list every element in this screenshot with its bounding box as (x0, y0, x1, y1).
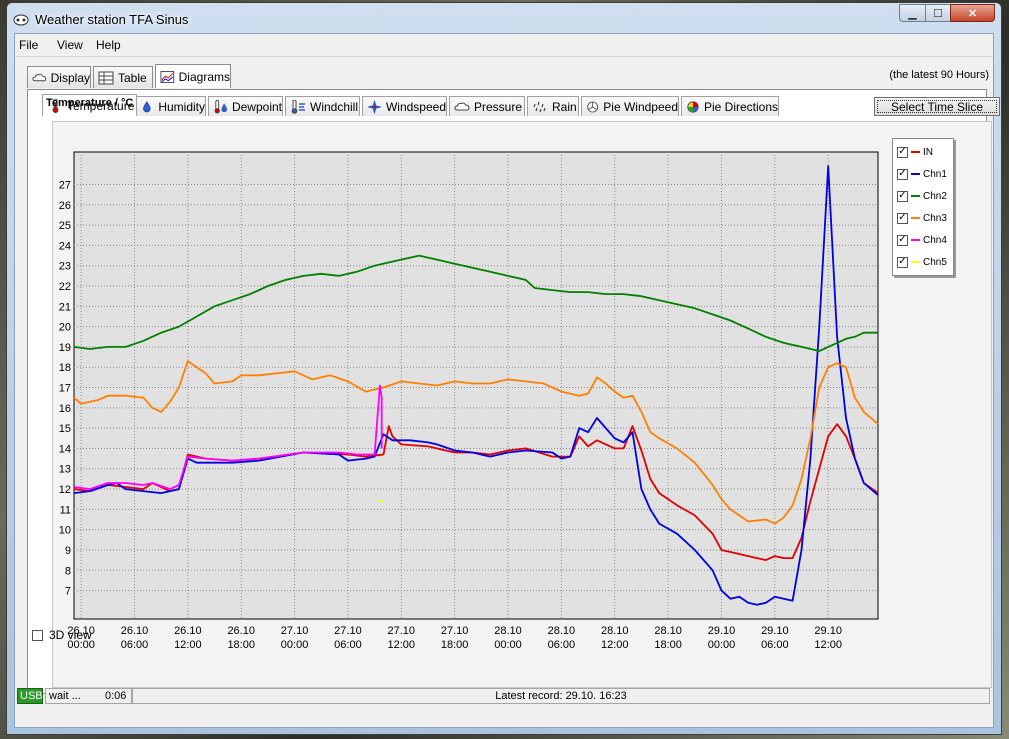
app-window: Weather station TFA Sinus ▁ ☐ ✕ File Vie… (6, 2, 1002, 735)
menu-help[interactable]: Help (96, 38, 121, 52)
legend-swatch (911, 261, 920, 263)
tab-display[interactable]: Display (27, 66, 91, 88)
menu-file[interactable]: File (19, 38, 38, 52)
cloud-icon (32, 73, 47, 81)
legend-label: Chn3 (923, 212, 947, 224)
windspeed-icon (367, 99, 382, 114)
subtab-rain-label: Rain (552, 99, 577, 114)
pie-directions-icon (687, 100, 699, 113)
legend-checkbox[interactable]: ✓ (897, 190, 908, 202)
legend-item-chn5[interactable]: ✓ Chn5 (897, 254, 947, 270)
subtab-pie-directions-label: Pie Directions (703, 99, 778, 114)
tab-diagrams-label: Diagrams (178, 69, 230, 84)
legend-swatch (911, 173, 920, 175)
3d-view-checkbox[interactable] (32, 629, 43, 641)
subtab-dewpoint[interactable]: Dewpoint (208, 96, 283, 116)
legend-item-chn2[interactable]: ✓ Chn2 (897, 188, 947, 204)
subtab-rain[interactable]: Rain (527, 96, 579, 116)
legend-item-chn4[interactable]: ✓ Chn4 (897, 232, 947, 248)
usb-indicator: USB (17, 688, 43, 704)
dewpoint-icon (214, 99, 228, 113)
tab-diagrams[interactable]: Diagrams (155, 64, 231, 88)
legend-checkbox[interactable]: ✓ (897, 256, 908, 268)
legend-swatch (911, 217, 920, 219)
legend-label: IN (923, 146, 933, 158)
tab-table[interactable]: Table (93, 66, 153, 88)
subtab-windchill[interactable]: Windchill (285, 96, 360, 116)
menu-bar: File View Help (15, 34, 993, 57)
tab-display-label: Display (50, 70, 90, 85)
subtab-pressure[interactable]: Pressure (449, 96, 525, 116)
chart-frame (52, 121, 992, 688)
status-state: wait ... (45, 688, 105, 704)
subtab-pie-windspeed-label: Pie Windpeed (603, 99, 678, 114)
menu-view[interactable]: View (57, 38, 83, 52)
legend-swatch (911, 195, 920, 197)
status-time: 0:06 (102, 688, 132, 704)
status-latest-record: Latest record: 29.10. 16:23 (132, 688, 990, 704)
legend-checkbox[interactable]: ✓ (897, 168, 908, 180)
client-area: File View Help Display Table Diagrams (t… (14, 33, 1000, 728)
subtab-humidity[interactable]: Humidity (136, 96, 206, 116)
subtab-dewpoint-label: Dewpoint (231, 99, 282, 114)
humidity-icon (143, 100, 151, 112)
subtab-pie-windspeed[interactable]: Pie Windpeed (581, 96, 679, 116)
subtab-pie-directions[interactable]: Pie Directions (681, 96, 779, 116)
legend-label: Chn1 (923, 168, 947, 180)
3d-view-toggle[interactable]: 3D view (32, 628, 92, 642)
legend-label: Chn2 (923, 190, 947, 202)
select-time-slice-button[interactable]: Select Time Slice (874, 97, 1000, 116)
app-icon (13, 14, 29, 26)
maximize-button[interactable]: ☐ (925, 4, 951, 22)
pie-windspeed-icon (587, 101, 599, 112)
legend-item-in[interactable]: ✓ IN (897, 144, 933, 160)
3d-view-label: 3D view (49, 628, 92, 642)
subtab-pressure-label: Pressure (474, 99, 523, 114)
tab-table-label: Table (118, 70, 147, 85)
legend-swatch (911, 151, 920, 153)
maximize-icon: ☐ (933, 7, 943, 20)
legend-item-chn3[interactable]: ✓ Chn3 (897, 210, 947, 226)
windchill-icon (291, 99, 305, 114)
table-icon (98, 71, 114, 84)
status-bar: USB wait ... 0:06 Latest record: 29.10. … (7, 687, 990, 707)
minimize-button[interactable]: ▁ (899, 4, 926, 22)
legend-label: Chn4 (923, 234, 947, 246)
window-title: Weather station TFA Sinus (35, 12, 189, 27)
subtab-windspeed[interactable]: Windspeed (362, 96, 447, 116)
title-bar[interactable]: Weather station TFA Sinus ▁ ☐ ✕ (7, 3, 1001, 33)
chart-title: Temperature / °C (46, 97, 134, 109)
diagram-icon (160, 70, 175, 83)
legend-item-chn1[interactable]: ✓ Chn1 (897, 166, 947, 182)
minimize-icon: ▁ (908, 7, 917, 20)
pressure-icon (454, 102, 470, 110)
legend-checkbox[interactable]: ✓ (897, 234, 908, 246)
close-icon: ✕ (967, 7, 978, 20)
legend-checkbox[interactable]: ✓ (897, 212, 908, 224)
diagram-panel: Temperature Humidity Dewpoint Windchill … (27, 89, 1000, 694)
close-button[interactable]: ✕ (950, 4, 995, 22)
chart-legend: ✓ IN ✓ Chn1 ✓ Chn2 ✓ Chn3 ✓ Chn4 ✓ Chn5 (892, 138, 954, 276)
range-label: (the latest 90 Hours) (889, 69, 989, 81)
rain-icon (533, 101, 546, 112)
legend-checkbox[interactable]: ✓ (897, 146, 908, 158)
legend-label: Chn5 (923, 256, 947, 268)
legend-swatch (911, 239, 920, 241)
subtab-windchill-label: Windchill (310, 99, 359, 114)
subtab-windspeed-label: Windspeed (385, 99, 446, 114)
subtab-humidity-label: Humidity (158, 99, 205, 114)
